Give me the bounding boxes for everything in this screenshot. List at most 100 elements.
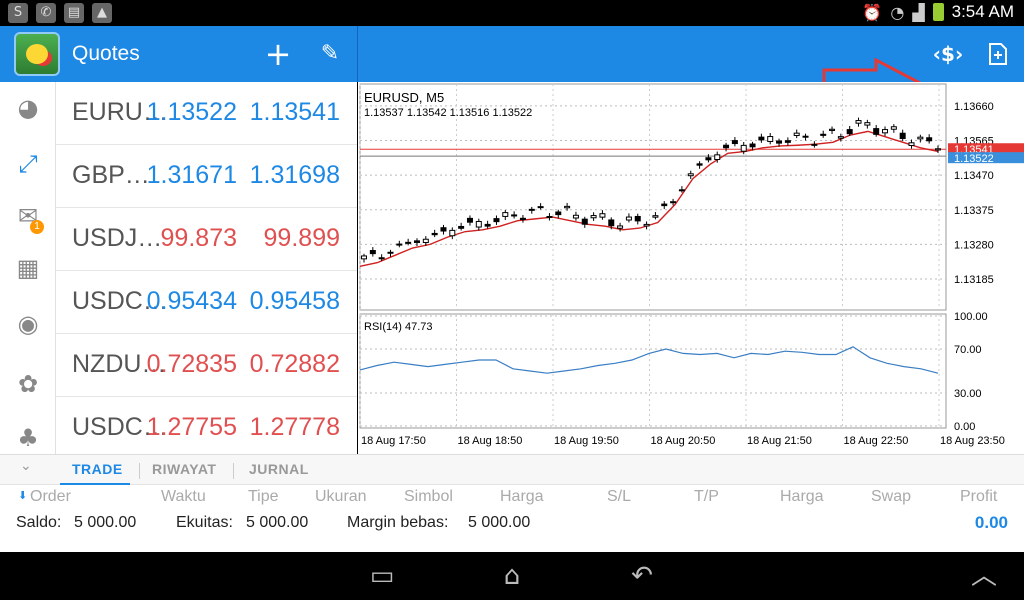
candle-body (784, 140, 791, 143)
candle-body (908, 142, 915, 146)
col-ukuran[interactable]: Ukuran (315, 488, 367, 506)
table-header: ⬇ Order Waktu Tipe Ukuran Simbol Harga S… (0, 486, 1024, 508)
candle-body (361, 255, 367, 260)
saldo-value: 5 000.00 (74, 514, 137, 531)
chevron-down-icon[interactable]: ⌄ (20, 458, 32, 474)
status-bar: S ✆ ▤ ▲ ⏰ ◔ ▟ 3:54 AM (0, 0, 1024, 26)
candle-body (493, 218, 500, 223)
news-icon[interactable]: ▦ (12, 252, 44, 284)
candle-body (413, 240, 420, 243)
recents-icon[interactable]: ▭ (352, 558, 412, 594)
quote-row[interactable]: USDC… 0.95434 0.95458 (56, 271, 357, 334)
active-tab-underline (60, 483, 130, 485)
rsi-tick-label: 30.00 (954, 388, 982, 400)
clock: 3:54 AM (951, 2, 1014, 21)
new-chart-icon[interactable] (980, 36, 1016, 72)
candle-body (528, 208, 535, 211)
chart-pane[interactable]: 1.13660 1.13565 1.13470 1.13375 1.13280 1.131… (358, 82, 1024, 454)
col-order[interactable]: Order (30, 488, 71, 506)
candle-body (519, 217, 526, 220)
candle-body (458, 225, 465, 229)
community-icon[interactable]: ♣ (12, 422, 44, 454)
settings-icon[interactable]: ✿ (12, 368, 44, 400)
candle-body (820, 133, 827, 136)
quote-row[interactable]: USDJ… 99.873 99.899 (56, 208, 357, 271)
sort-down-icon[interactable]: ⬇ (18, 489, 27, 502)
candle-body (440, 227, 447, 232)
col-harga-current[interactable]: Harga (780, 488, 824, 506)
quote-row[interactable]: EURU… 1.13522 1.13541 (56, 82, 357, 145)
col-waktu[interactable]: Waktu (161, 488, 206, 506)
tab-trade[interactable]: TRADE (72, 461, 123, 477)
price-chart[interactable]: 1.136601.135651.134701.133751.132801.131… (358, 82, 1024, 454)
candle-body (431, 232, 438, 236)
quote-bid: 1.13522 (146, 98, 237, 126)
candle-body (466, 217, 473, 223)
candle-body (511, 214, 518, 217)
tab-riwayat[interactable]: RIWAYAT (152, 461, 216, 477)
col-harga[interactable]: Harga (500, 488, 544, 506)
rsi-tick-label: 70.00 (954, 344, 982, 356)
quote-bid: 1.31671 (146, 161, 237, 189)
quote-ask: 1.13541 (249, 98, 340, 126)
candle-body (378, 257, 385, 260)
time-tick-label: 18 Aug 20:50 (651, 435, 716, 447)
candle-body (599, 213, 606, 218)
back-icon[interactable]: ↶ (612, 558, 672, 594)
candle-body (926, 137, 933, 142)
account-summary: Saldo: 5 000.00 Ekuitas: 5 000.00 Margin… (0, 509, 1024, 535)
quote-row[interactable]: USDC… 1.27755 1.27778 (56, 397, 357, 454)
price-tick-label: 1.13375 (954, 205, 994, 217)
chart-symbol-label: EURUSD, M5 (364, 90, 444, 105)
candle-body (687, 173, 694, 177)
alarm-icon: ⏰ (862, 2, 883, 22)
time-tick-label: 18 Aug 17:50 (361, 435, 426, 447)
quote-row[interactable]: NZDU… 0.72835 0.72882 (56, 334, 357, 397)
candle-body (811, 143, 818, 146)
chat-icon[interactable]: ◉ (12, 308, 44, 340)
col-profit[interactable]: Profit (960, 488, 997, 506)
profit-total: 0.00 (974, 513, 1008, 532)
quote-bid: 0.95434 (146, 287, 237, 315)
time-tick-label: 18 Aug 19:50 (554, 435, 619, 447)
col-tipe[interactable]: Tipe (248, 488, 279, 506)
trade-panel: ⌄ TRADE RIWAYAT JURNAL ⬇ Order Waktu Tip… (0, 454, 1024, 552)
quote-row[interactable]: GBP… 1.31671 1.31698 (56, 145, 357, 208)
quote-symbol: USDJ… (72, 224, 163, 252)
wifi-icon: ◔ (890, 2, 905, 22)
col-simbol[interactable]: Simbol (404, 488, 453, 506)
chart-icon[interactable]: ⤢ (12, 148, 44, 180)
quote-bid: 0.72835 (146, 350, 237, 378)
candle-body (369, 250, 376, 255)
candle-body (387, 251, 394, 254)
price-tick-label: 1.13470 (954, 170, 994, 182)
add-symbol-button[interactable]: + (260, 36, 296, 72)
quotes-icon[interactable]: ◕ (12, 92, 44, 124)
candle-body (396, 243, 403, 246)
battery-icon (932, 3, 944, 21)
candle-body (855, 120, 862, 124)
candle-body (449, 229, 456, 237)
chart-ohlc-label: 1.13537 1.13542 1.13516 1.13522 (364, 107, 532, 119)
quote-ask: 99.899 (263, 224, 340, 252)
edit-pencil-icon[interactable]: ✎ (312, 36, 348, 72)
home-icon[interactable]: ⌂ (482, 558, 542, 594)
col-sl[interactable]: S/L (607, 488, 631, 506)
app-bar: Quotes + ✎ ‹$› (0, 26, 1024, 107)
sd-card-icon: ▤ (64, 3, 84, 23)
signal-icon: ▟ (912, 2, 925, 22)
appbar-divider (357, 26, 358, 82)
candle-body (846, 129, 853, 135)
metatrader-logo-icon[interactable] (14, 32, 60, 76)
candle-body (829, 128, 836, 131)
col-tp[interactable]: T/P (694, 488, 719, 506)
new-order-trade-icon[interactable]: ‹$› (930, 36, 966, 72)
candle-body (802, 135, 809, 138)
candle-body (546, 216, 553, 219)
rsi-label: RSI(14) 47.73 (364, 321, 432, 333)
candle-body (758, 136, 765, 141)
chevron-up-icon[interactable]: ︿ (954, 558, 1014, 594)
col-swap[interactable]: Swap (871, 488, 911, 506)
quote-ask: 0.95458 (249, 287, 340, 315)
tab-jurnal[interactable]: JURNAL (249, 461, 309, 477)
